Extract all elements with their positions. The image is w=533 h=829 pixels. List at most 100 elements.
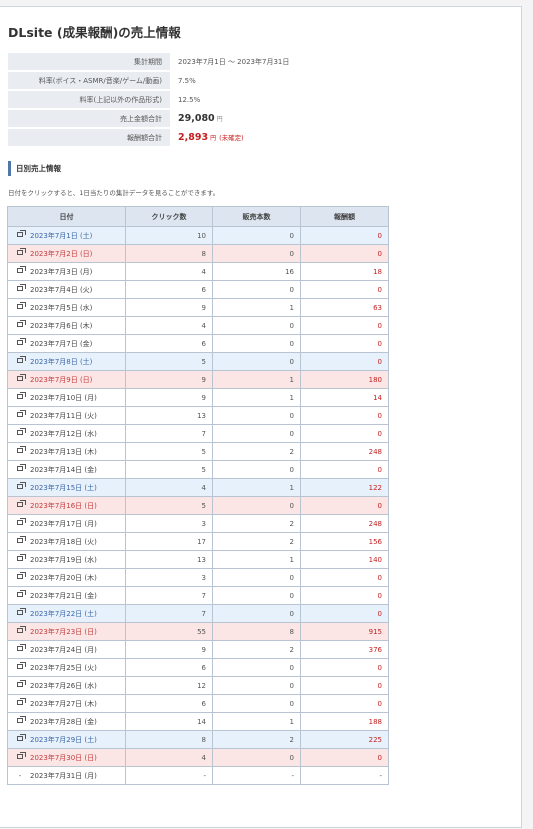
sales-count-cell: 0 xyxy=(212,586,301,605)
external-window-icon[interactable] xyxy=(17,338,26,345)
date-link[interactable]: 2023年7月24日 (月) xyxy=(30,646,97,654)
sales-count-cell: 0 xyxy=(212,334,301,353)
date-cell[interactable]: 2023年7月5日 (水) xyxy=(7,298,126,317)
date-cell[interactable]: 2023年7月22日 (土) xyxy=(7,604,126,623)
date-link[interactable]: 2023年7月8日 (土) xyxy=(30,358,92,366)
currency-unit: 円 xyxy=(216,116,223,123)
date-link[interactable]: 2023年7月18日 (火) xyxy=(30,538,97,546)
external-window-icon[interactable] xyxy=(17,284,26,291)
date-link[interactable]: 2023年7月9日 (日) xyxy=(30,376,92,384)
date-link[interactable]: 2023年7月1日 (土) xyxy=(30,232,92,240)
date-link[interactable]: 2023年7月5日 (水) xyxy=(30,304,92,312)
date-cell[interactable]: 2023年7月24日 (月) xyxy=(7,640,126,659)
external-window-icon[interactable] xyxy=(17,374,26,381)
date-link[interactable]: 2023年7月6日 (木) xyxy=(30,322,92,330)
external-window-icon[interactable] xyxy=(17,410,26,417)
date-link[interactable]: 2023年7月22日 (土) xyxy=(30,610,97,618)
date-link[interactable]: 2023年7月21日 (金) xyxy=(30,592,97,600)
date-link[interactable]: 2023年7月26日 (水) xyxy=(30,682,97,690)
date-link[interactable]: 2023年7月4日 (火) xyxy=(30,286,92,294)
external-window-icon[interactable] xyxy=(17,248,26,255)
date-link[interactable]: 2023年7月15日 (土) xyxy=(30,484,97,492)
date-link[interactable]: 2023年7月23日 (日) xyxy=(30,628,97,636)
sales-count-cell: 0 xyxy=(212,460,301,479)
external-window-icon[interactable] xyxy=(17,626,26,633)
date-link[interactable]: 2023年7月11日 (火) xyxy=(30,412,97,420)
date-link[interactable]: 2023年7月28日 (金) xyxy=(30,718,97,726)
date-cell[interactable]: 2023年7月27日 (木) xyxy=(7,694,126,713)
clicks-cell: 9 xyxy=(125,640,213,659)
date-cell[interactable]: 2023年7月13日 (木) xyxy=(7,442,126,461)
external-window-icon[interactable] xyxy=(17,356,26,363)
date-link[interactable]: 2023年7月20日 (木) xyxy=(30,574,97,582)
date-link[interactable]: 2023年7月19日 (水) xyxy=(30,556,97,564)
external-window-icon[interactable] xyxy=(17,662,26,669)
summary-row-sales-total: 売上金額合計 29,080 円 xyxy=(8,110,289,127)
date-cell[interactable]: 2023年7月11日 (火) xyxy=(7,406,126,425)
external-window-icon[interactable] xyxy=(17,320,26,327)
external-window-icon[interactable] xyxy=(17,500,26,507)
date-link[interactable]: 2023年7月16日 (日) xyxy=(30,502,97,510)
external-window-icon[interactable] xyxy=(17,482,26,489)
date-link[interactable]: 2023年7月2日 (日) xyxy=(30,250,92,258)
date-cell[interactable]: 2023年7月3日 (月) xyxy=(7,262,126,281)
date-cell[interactable]: 2023年7月23日 (日) xyxy=(7,622,126,641)
date-cell[interactable]: 2023年7月4日 (火) xyxy=(7,280,126,299)
date-cell[interactable]: 2023年7月18日 (火) xyxy=(7,532,126,551)
date-cell[interactable]: 2023年7月9日 (日) xyxy=(7,370,126,389)
external-window-icon[interactable] xyxy=(17,716,26,723)
external-window-icon[interactable] xyxy=(17,698,26,705)
external-window-icon[interactable] xyxy=(17,518,26,525)
date-cell[interactable]: 2023年7月14日 (金) xyxy=(7,460,126,479)
external-window-icon[interactable] xyxy=(17,446,26,453)
external-window-icon[interactable] xyxy=(17,230,26,237)
date-cell[interactable]: 2023年7月29日 (土) xyxy=(7,730,126,749)
external-window-icon[interactable] xyxy=(17,428,26,435)
date-cell[interactable]: 2023年7月19日 (水) xyxy=(7,550,126,569)
date-cell[interactable]: 2023年7月28日 (金) xyxy=(7,712,126,731)
table-header-row: 日付 クリック数 販売本数 報酬額 xyxy=(7,206,389,227)
date-link[interactable]: 2023年7月12日 (水) xyxy=(30,430,97,438)
external-window-icon[interactable] xyxy=(17,536,26,543)
external-window-icon[interactable] xyxy=(17,590,26,597)
clicks-cell: 4 xyxy=(125,316,213,335)
external-window-icon[interactable] xyxy=(17,266,26,273)
summary-value: 2023年7月1日 ～ 2023年7月31日 xyxy=(178,57,290,66)
date-cell[interactable]: 2023年7月7日 (金) xyxy=(7,334,126,353)
external-window-icon[interactable] xyxy=(17,644,26,651)
date-link[interactable]: 2023年7月25日 (火) xyxy=(30,664,97,672)
date-cell[interactable]: 2023年7月16日 (日) xyxy=(7,496,126,515)
date-link[interactable]: 2023年7月29日 (土) xyxy=(30,736,97,744)
external-window-icon[interactable] xyxy=(17,464,26,471)
date-cell[interactable]: 2023年7月17日 (月) xyxy=(7,514,126,533)
date-cell[interactable]: 2023年7月8日 (土) xyxy=(7,352,126,371)
date-cell[interactable]: 2023年7月30日 (日) xyxy=(7,748,126,767)
date-link[interactable]: 2023年7月27日 (木) xyxy=(30,700,97,708)
date-link[interactable]: 2023年7月14日 (金) xyxy=(30,466,97,474)
external-window-icon[interactable] xyxy=(17,752,26,759)
date-link[interactable]: 2023年7月3日 (月) xyxy=(30,268,92,276)
external-window-icon[interactable] xyxy=(17,608,26,615)
date-link[interactable]: 2023年7月13日 (木) xyxy=(30,448,97,456)
date-cell[interactable]: 2023年7月25日 (火) xyxy=(7,658,126,677)
date-cell[interactable]: 2023年7月20日 (木) xyxy=(7,568,126,587)
date-cell[interactable]: 2023年7月26日 (水) xyxy=(7,676,126,695)
date-cell[interactable]: 2023年7月12日 (水) xyxy=(7,424,126,443)
external-window-icon[interactable] xyxy=(17,392,26,399)
external-window-icon[interactable] xyxy=(17,554,26,561)
date-link[interactable]: 2023年7月30日 (日) xyxy=(30,754,97,762)
external-window-icon[interactable] xyxy=(17,302,26,309)
date-cell[interactable]: 2023年7月2日 (日) xyxy=(7,244,126,263)
external-window-icon[interactable] xyxy=(17,734,26,741)
date-link[interactable]: 2023年7月10日 (月) xyxy=(30,394,97,402)
external-window-icon[interactable] xyxy=(17,572,26,579)
sales-count-cell: 1 xyxy=(212,298,301,317)
date-link[interactable]: 2023年7月7日 (金) xyxy=(30,340,92,348)
date-cell[interactable]: 2023年7月21日 (金) xyxy=(7,586,126,605)
date-cell[interactable]: 2023年7月10日 (月) xyxy=(7,388,126,407)
external-window-icon[interactable] xyxy=(17,680,26,687)
date-cell[interactable]: 2023年7月6日 (木) xyxy=(7,316,126,335)
date-cell[interactable]: 2023年7月15日 (土) xyxy=(7,478,126,497)
date-cell[interactable]: 2023年7月1日 (土) xyxy=(7,226,126,245)
date-link[interactable]: 2023年7月17日 (月) xyxy=(30,520,97,528)
